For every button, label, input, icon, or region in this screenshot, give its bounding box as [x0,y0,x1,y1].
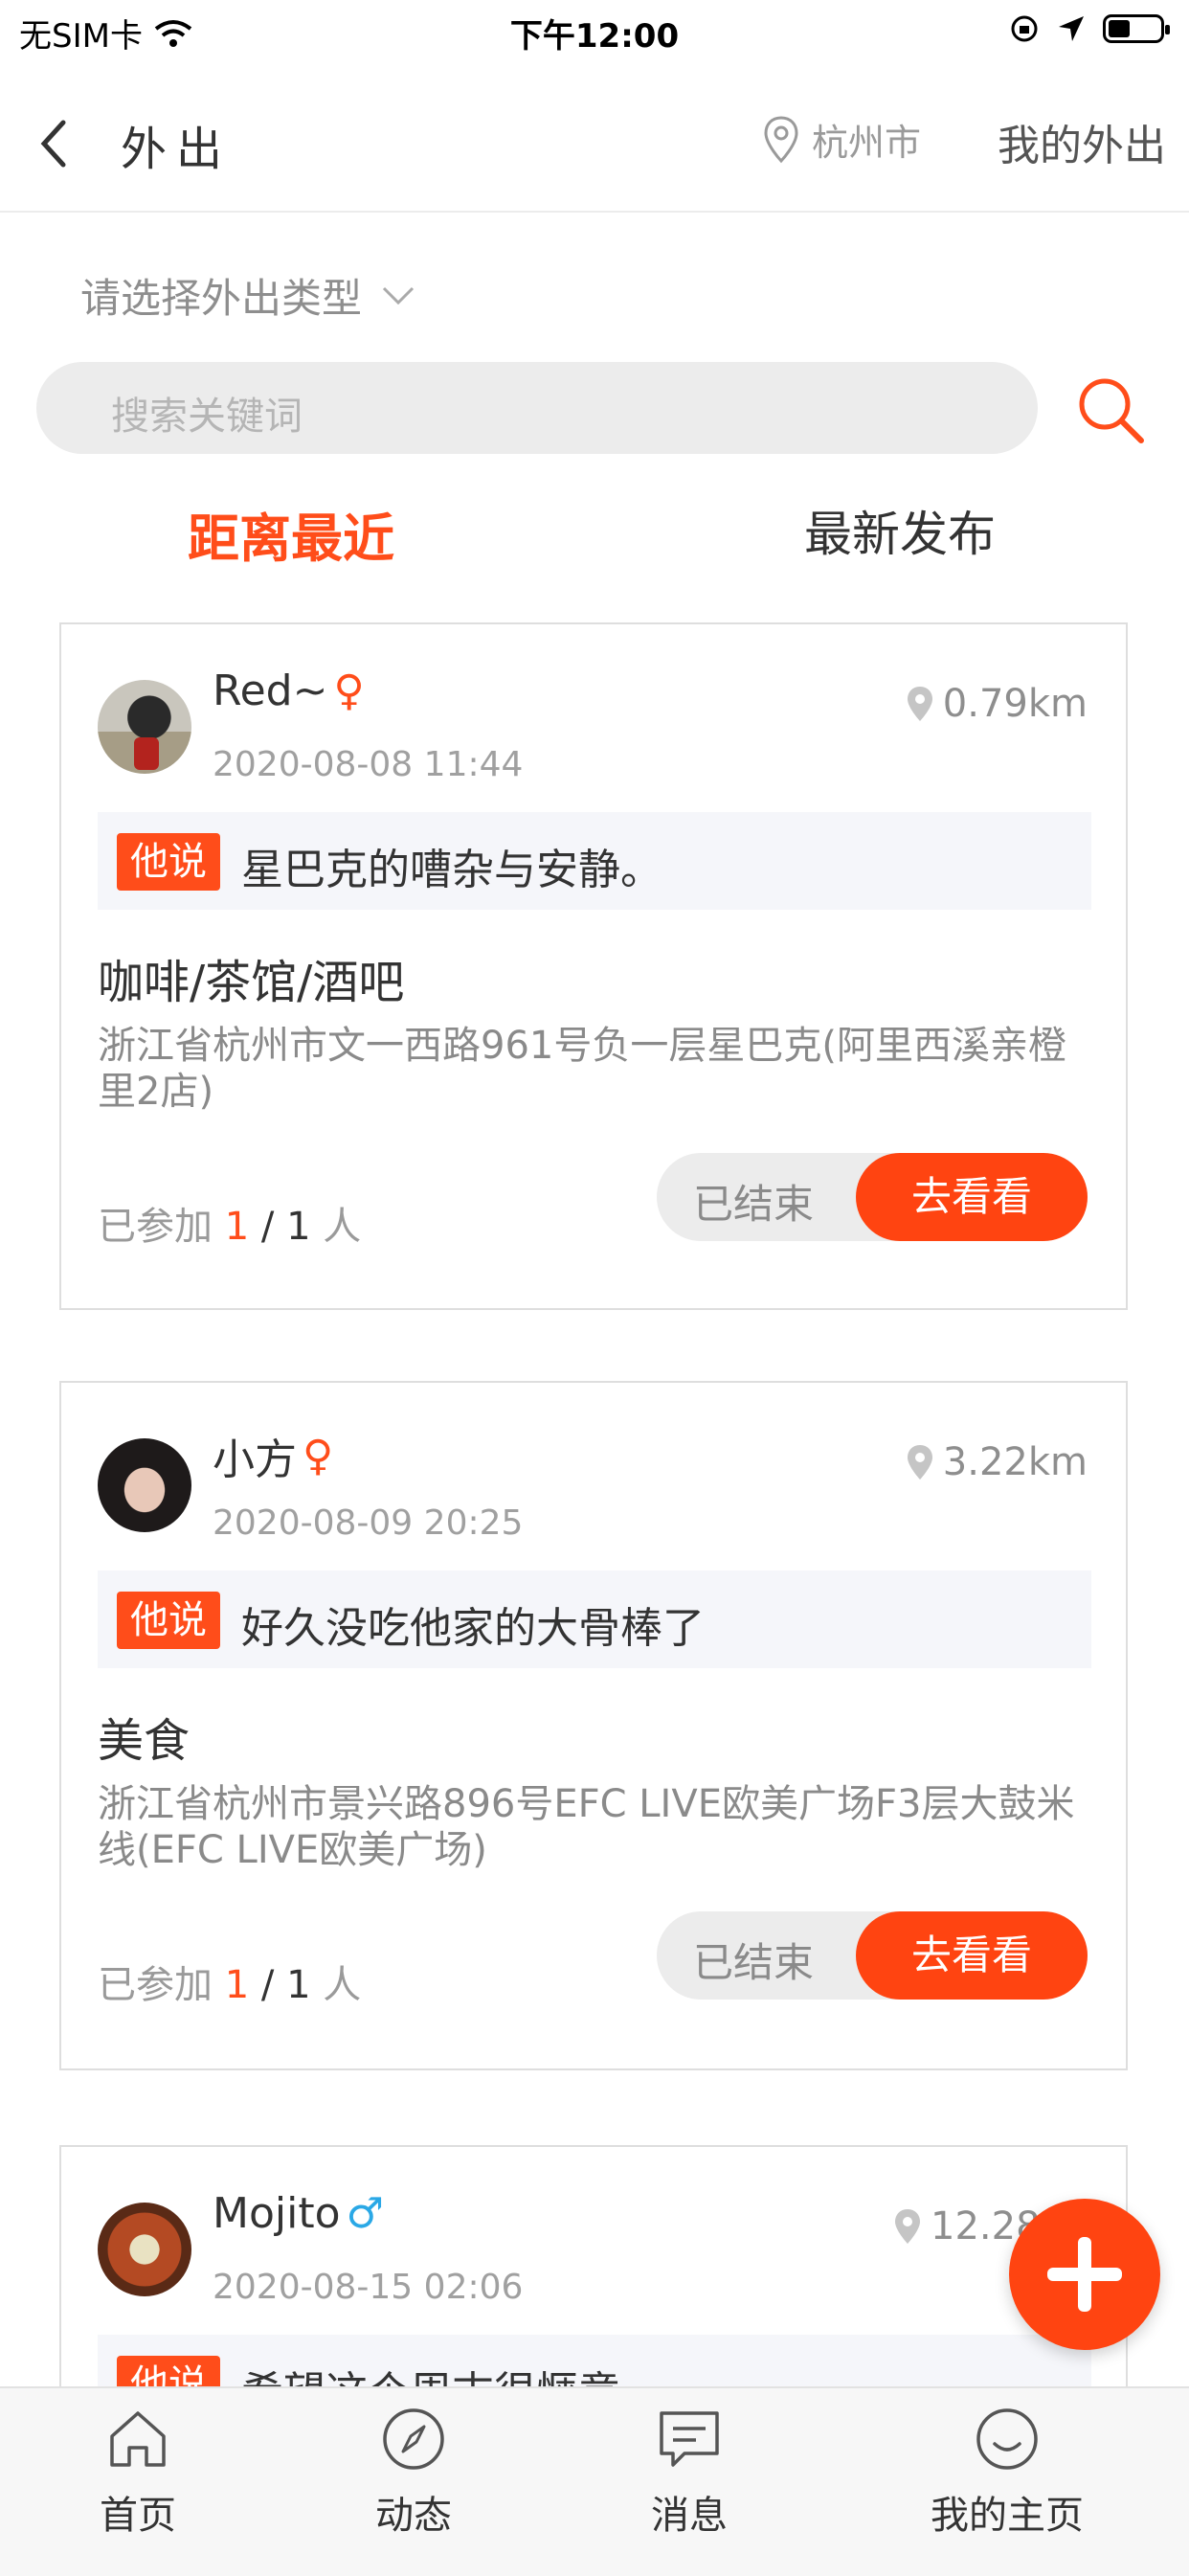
add-outing-button[interactable] [1009,2199,1160,2350]
location-pin-icon [907,1445,932,1480]
tab-home[interactable]: 首页 [23,2406,253,2540]
outing-type-placeholder: 请选择外出类型 [80,275,363,322]
avatar[interactable] [98,2203,191,2296]
compass-icon [383,2408,444,2470]
message-icon [660,2411,719,2467]
orientation-lock-icon [1011,15,1038,42]
joined-count: 已参加 1 / 1 人 [98,1954,361,2009]
user-name: 小方 [213,1435,297,1484]
chevron-down-icon [382,286,415,305]
said-text: 星巴克的嘈杂与安静。 [241,846,662,894]
joined-prefix: 已参加 [98,1205,213,1249]
location-arrow-icon [1059,16,1084,41]
female-icon: ♀ [303,1431,334,1480]
distance: 0.79km [907,682,1088,726]
post-date: 2020-08-09 20:25 [213,1503,524,1543]
distance-value: 3.22km [942,1440,1088,1484]
battery-icon [1103,14,1170,43]
female-icon: ♀ [333,667,365,715]
said-tag: 他说 [117,833,220,891]
search-input[interactable]: 搜索关键词 [36,362,1038,454]
outing-card[interactable]: Red~ ♀ 2020-08-08 11:44 0.79km 他说 星巴克的嘈杂… [59,622,1128,1310]
joined-number: 1 [224,1205,250,1249]
outing-card[interactable]: 小方 ♀ 2020-08-09 20:25 3.22km 他说 好久没吃他家的大… [59,1381,1128,2070]
joined-unit: 人 [323,1205,362,1249]
page-title: 外出 [121,123,233,176]
user-name: Mojito [213,2189,341,2238]
joined-prefix: 已参加 [98,1963,213,2007]
joined-separator: / [260,1963,275,2007]
view-button[interactable]: 去看看 [856,1911,1088,2000]
distance: 3.22km [907,1440,1088,1484]
tab-feed[interactable]: 动态 [299,2406,528,2540]
location-pin-icon [895,2209,920,2244]
tab-latest[interactable]: 最新发布 [804,496,996,565]
outing-type-dropdown[interactable]: 请选择外出类型 [80,266,415,325]
ended-status: 已结束 [693,1181,815,1228]
avatar[interactable] [98,1438,191,1532]
ended-status: 已结束 [693,1939,815,1986]
joined-total: 1 [286,1963,311,2007]
joined-number: 1 [224,1963,250,2007]
tab-profile-label: 我的主页 [931,2494,1084,2538]
back-icon[interactable] [34,115,73,172]
category: 美食 [98,1714,191,1768]
my-outings-link[interactable]: 我的外出 [998,111,1166,172]
said-tag: 他说 [117,1592,220,1649]
said-box: 他说 好久没吃他家的大骨棒了 [98,1570,1091,1668]
joined-separator: / [260,1205,275,1249]
joined-unit: 人 [323,1963,362,2007]
city-selector[interactable]: 杭州市 [762,113,921,166]
tab-nearest[interactable]: 距离最近 [188,496,394,572]
home-icon [110,2411,166,2467]
user-name: Red~ [213,667,328,715]
location-pin-icon [907,687,932,721]
profile-icon [976,2408,1038,2470]
nav-bar: 外出 杭州市 我的外出 [0,86,1189,213]
post-date: 2020-08-08 11:44 [213,745,524,784]
tab-home-label: 首页 [100,2494,176,2538]
tab-bar: 首页 动态 消息 我的主页 [0,2386,1189,2576]
joined-count: 已参加 1 / 1 人 [98,1195,361,1251]
location-pin-icon [764,115,798,163]
status-bar: 无SIM卡 下午12:00 [0,0,1189,63]
address: 浙江省杭州市文一西路961号负一层星巴克(阿里西溪亲橙里2店) [98,1024,1066,1114]
city-label: 杭州市 [812,122,922,164]
tab-feed-label: 动态 [375,2494,452,2538]
search-icon[interactable] [1072,372,1149,448]
view-button[interactable]: 去看看 [856,1153,1088,1241]
tab-messages-label: 消息 [651,2494,728,2538]
tab-messages[interactable]: 消息 [574,2406,804,2540]
distance-value: 0.79km [942,682,1088,726]
said-text: 好久没吃他家的大骨棒了 [241,1604,705,1653]
address: 浙江省杭州市景兴路896号EFC LIVE欧美广场F3层大鼓米线(EFC LIV… [98,1782,1075,1872]
post-date: 2020-08-15 02:06 [213,2268,524,2307]
avatar[interactable] [98,680,191,774]
male-icon: ♂ [346,2189,384,2238]
said-box: 他说 星巴克的嘈杂与安静。 [98,812,1091,910]
search-placeholder: 搜索关键词 [111,395,303,439]
category: 咖啡/茶馆/酒吧 [98,956,405,1009]
joined-total: 1 [286,1205,311,1249]
card-actions: 已结束 去看看 [657,1153,1088,1241]
tab-profile[interactable]: 我的主页 [892,2406,1122,2540]
card-actions: 已结束 去看看 [657,1911,1088,2000]
